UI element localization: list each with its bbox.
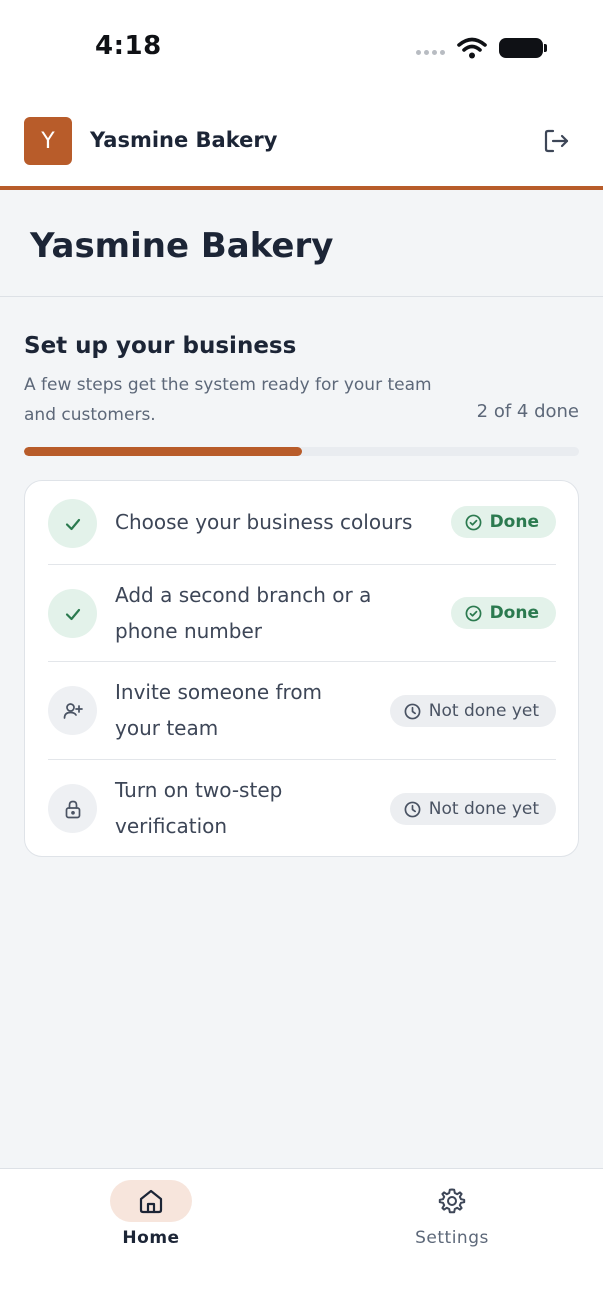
task-row-second-branch[interactable]: Add a second branch or a phone number Do… xyxy=(48,565,556,662)
status-badge-label: Not done yet xyxy=(428,799,539,819)
nav-label-settings: Settings xyxy=(415,1228,489,1248)
nav-label-home: Home xyxy=(122,1228,180,1248)
task-label: Invite someone from your team xyxy=(115,680,323,740)
setup-progress-fill xyxy=(24,447,302,456)
setup-progress-bar xyxy=(24,447,579,456)
status-badge-done: Done xyxy=(450,597,556,629)
check-icon xyxy=(48,589,97,638)
status-badge-done: Done xyxy=(450,506,556,538)
task-row-two-step[interactable]: Turn on two-step verification Not done y… xyxy=(48,760,556,856)
check-circle-icon xyxy=(465,605,481,621)
user-plus-icon xyxy=(48,686,97,735)
business-avatar: Y xyxy=(24,117,72,165)
setup-title: Set up your business xyxy=(24,333,297,359)
task-row-business-colours[interactable]: Choose your business colours Done xyxy=(48,481,556,565)
nav-item-home[interactable]: Home xyxy=(51,1169,251,1279)
page-title: Yasmine Bakery xyxy=(30,226,334,266)
status-badge-pending: Not done yet xyxy=(389,793,556,825)
wifi-icon xyxy=(457,37,487,59)
header-business-name: Yasmine Bakery xyxy=(90,128,278,152)
status-badge-label: Not done yet xyxy=(428,701,539,721)
bottom-nav: Home Settings xyxy=(0,1168,603,1311)
status-icons xyxy=(416,36,547,60)
clock-icon xyxy=(404,703,421,719)
status-bar: 4:18 xyxy=(0,0,603,100)
task-row-invite-team[interactable]: Invite someone from your team Not done y… xyxy=(48,662,556,760)
status-badge-pending: Not done yet xyxy=(389,695,556,727)
battery-icon xyxy=(499,38,547,58)
setup-task-list: Choose your business colours Done Add a … xyxy=(24,480,579,857)
page-title-bar: Yasmine Bakery xyxy=(0,194,603,297)
nav-item-settings[interactable]: Settings xyxy=(352,1169,552,1279)
nav-pill xyxy=(411,1180,493,1222)
task-label: Turn on two-step verification xyxy=(115,778,283,838)
status-badge-label: Done xyxy=(489,512,539,532)
clock-icon xyxy=(404,801,421,817)
task-label: Choose your business colours xyxy=(115,510,413,534)
lock-icon xyxy=(48,784,97,833)
setup-progress-text: 2 of 4 done xyxy=(476,401,579,422)
task-label: Add a second branch or a phone number xyxy=(115,583,372,643)
logout-icon[interactable] xyxy=(541,126,571,156)
signal-dots-icon xyxy=(416,49,445,55)
status-badge-label: Done xyxy=(489,603,539,623)
home-icon xyxy=(139,1189,163,1214)
nav-active-pill xyxy=(110,1180,192,1222)
setup-description: A few steps get the system ready for you… xyxy=(24,375,432,425)
app-header: Y Yasmine Bakery xyxy=(0,100,603,190)
check-circle-icon xyxy=(465,514,481,530)
check-icon xyxy=(48,499,97,548)
gear-icon xyxy=(438,1188,466,1214)
status-time: 4:18 xyxy=(95,31,162,61)
